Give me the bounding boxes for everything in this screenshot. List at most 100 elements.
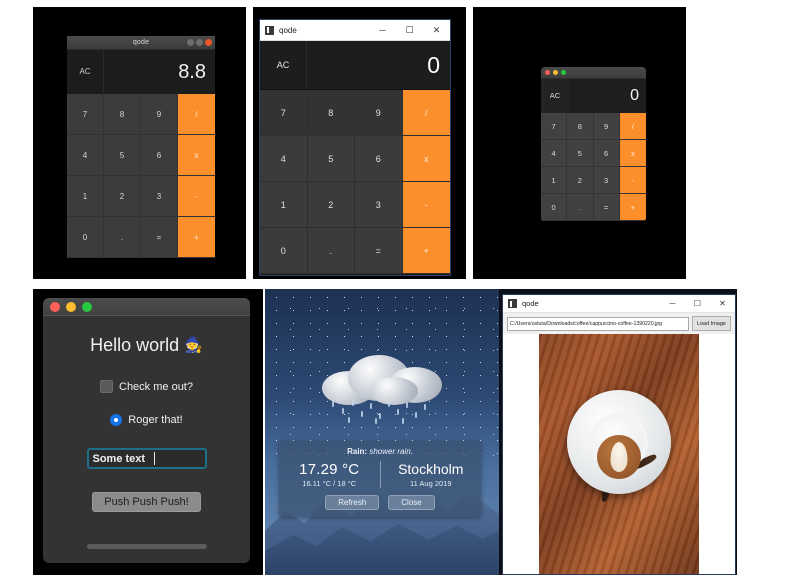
radio-label: Roger that!: [128, 414, 183, 426]
linux-window-controls: [187, 39, 212, 46]
key-plus[interactable]: +: [178, 217, 215, 258]
key-divide[interactable]: /: [402, 90, 450, 136]
key-4[interactable]: 4: [541, 140, 568, 167]
key-7[interactable]: 7: [541, 113, 568, 140]
maximize-icon[interactable]: [196, 39, 203, 46]
close-icon[interactable]: [205, 39, 212, 46]
key-2[interactable]: 2: [567, 167, 594, 194]
key-3[interactable]: 3: [355, 182, 403, 228]
key-5[interactable]: 5: [567, 140, 594, 167]
text-input-value: Some text: [92, 452, 146, 465]
key-equals[interactable]: =: [355, 228, 403, 274]
close-icon[interactable]: [50, 301, 60, 312]
key-2[interactable]: 2: [307, 182, 355, 228]
key-7[interactable]: 7: [67, 94, 104, 135]
key-1[interactable]: 1: [67, 176, 104, 217]
load-image-button[interactable]: Load Image: [691, 316, 731, 331]
clear-button[interactable]: AC: [541, 79, 569, 113]
key-9[interactable]: 9: [141, 94, 178, 135]
key-6[interactable]: 6: [141, 135, 178, 176]
clear-button[interactable]: AC: [67, 50, 104, 94]
rain-cloud-icon: [318, 351, 446, 405]
linux-calculator-display: AC 8.8: [67, 50, 215, 94]
minimize-icon[interactable]: [553, 70, 558, 75]
key-0[interactable]: 0: [67, 217, 104, 258]
text-input[interactable]: Some text: [86, 448, 207, 469]
mac-form-body: Hello world 🧙 Check me out? Roger that! …: [43, 316, 250, 563]
windows-window-controls: ─ ☐ ✕: [369, 20, 450, 40]
image-viewer-titlebar[interactable]: qode ─ ☐ ✕: [503, 295, 735, 313]
key-minus[interactable]: -: [402, 182, 450, 228]
push-button[interactable]: Push Push Push!: [92, 492, 201, 512]
mac-form-window: Hello world 🧙 Check me out? Roger that! …: [43, 298, 250, 563]
key-minus[interactable]: -: [178, 176, 215, 217]
key-8[interactable]: 8: [104, 94, 141, 135]
screenshot-grid: qode AC 8.8 7 8 9 / 4 5 6 x 1 2 3 - 0 . …: [0, 0, 805, 582]
key-divide[interactable]: /: [619, 113, 646, 140]
mac-calculator-display: AC 0: [541, 79, 646, 113]
key-decimal[interactable]: .: [567, 194, 594, 221]
maximize-icon[interactable]: ☐: [396, 20, 423, 40]
close-button[interactable]: Close: [388, 495, 435, 510]
key-multiply[interactable]: x: [619, 140, 646, 167]
key-multiply[interactable]: x: [178, 135, 215, 176]
observation-date: 11 Aug 2019: [409, 479, 452, 488]
key-divide[interactable]: /: [178, 94, 215, 135]
key-equals[interactable]: =: [141, 217, 178, 258]
key-6[interactable]: 6: [593, 140, 620, 167]
mac-titlebar[interactable]: [541, 67, 646, 79]
key-6[interactable]: 6: [355, 136, 403, 182]
refresh-button[interactable]: Refresh: [325, 495, 380, 510]
clear-button[interactable]: AC: [260, 41, 307, 89]
key-0[interactable]: 0: [541, 194, 568, 221]
minimize-icon[interactable]: ─: [660, 295, 685, 312]
radio-input[interactable]: [110, 414, 123, 426]
key-minus[interactable]: -: [619, 167, 646, 194]
key-plus[interactable]: +: [402, 228, 450, 274]
key-7[interactable]: 7: [260, 90, 308, 136]
key-8[interactable]: 8: [307, 90, 355, 136]
close-icon[interactable]: [545, 70, 550, 75]
key-9[interactable]: 9: [593, 113, 620, 140]
key-decimal[interactable]: .: [307, 228, 355, 274]
maximize-icon[interactable]: ☐: [685, 295, 710, 312]
linux-calculator-window: qode AC 8.8 7 8 9 / 4 5 6 x 1 2 3 - 0 . …: [67, 36, 215, 258]
linux-window-title: qode: [132, 39, 150, 46]
key-1[interactable]: 1: [541, 167, 568, 194]
zoom-icon[interactable]: [82, 301, 92, 312]
key-decimal[interactable]: .: [104, 217, 141, 258]
display-value: 0: [630, 87, 639, 104]
key-0[interactable]: 0: [260, 228, 308, 274]
key-multiply[interactable]: x: [402, 136, 450, 182]
key-3[interactable]: 3: [141, 176, 178, 217]
slider-track[interactable]: [86, 544, 207, 549]
key-4[interactable]: 4: [67, 135, 104, 176]
key-4[interactable]: 4: [260, 136, 308, 182]
minimize-icon[interactable]: [66, 301, 76, 312]
key-3[interactable]: 3: [593, 167, 620, 194]
file-path-input[interactable]: C:/Users/ustuta/Downloads/coffee/cappucc…: [507, 316, 689, 331]
close-icon[interactable]: ✕: [710, 295, 735, 312]
key-2[interactable]: 2: [104, 176, 141, 217]
checkbox-input[interactable]: [100, 380, 113, 393]
condition-line: Rain: shower rain.: [279, 447, 481, 456]
key-plus[interactable]: +: [619, 194, 646, 221]
mac-form-titlebar[interactable]: [43, 298, 250, 316]
windows-titlebar[interactable]: qode ─ ☐ ✕: [260, 20, 450, 41]
checkbox-row[interactable]: Check me out?: [100, 380, 193, 393]
key-equals[interactable]: =: [593, 194, 620, 221]
key-5[interactable]: 5: [104, 135, 141, 176]
linux-titlebar[interactable]: qode: [67, 36, 215, 50]
key-8[interactable]: 8: [567, 113, 594, 140]
zoom-icon[interactable]: [561, 70, 566, 75]
close-icon[interactable]: ✕: [423, 20, 450, 40]
windows-calculator-window: qode ─ ☐ ✕ AC 0 7 8 9 / 4 5 6 x 1 2 3 - …: [259, 19, 451, 276]
image-viewer-window-controls: ─ ☐ ✕: [660, 295, 735, 312]
minimize-icon[interactable]: ─: [369, 20, 396, 40]
raindrops-icon: [328, 399, 436, 425]
minimize-icon[interactable]: [187, 39, 194, 46]
key-1[interactable]: 1: [260, 182, 308, 228]
key-9[interactable]: 9: [355, 90, 403, 136]
radio-row[interactable]: Roger that!: [110, 414, 183, 426]
key-5[interactable]: 5: [307, 136, 355, 182]
